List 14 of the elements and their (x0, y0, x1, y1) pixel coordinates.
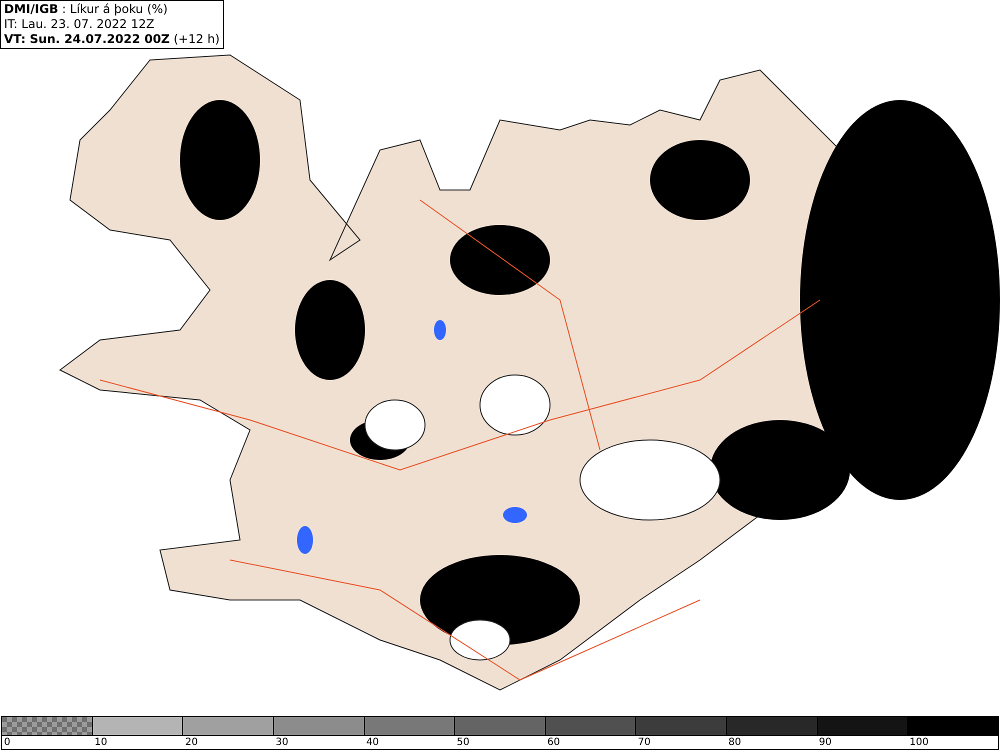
header-line: IT: Lau. 23. 07. 2022 12Z (4, 17, 156, 32)
legend-tick-label: 50 (456, 737, 470, 748)
legend-tick-label: 0 (4, 737, 10, 748)
legend-tick-label: 80 (728, 737, 742, 748)
header-line: VT: Sun. 24.07.2022 00Z (+12 h) (4, 32, 220, 47)
legend-tick-label: 100 (909, 737, 929, 748)
legend-tick-label: 60 (547, 737, 560, 748)
legend-tick-label: 30 (276, 737, 288, 748)
legend-tick-label: 70 (638, 737, 651, 748)
legend-tick-label: 40 (366, 737, 379, 748)
legend-tick-label: 10 (94, 737, 108, 748)
legend-tick-label: 90 (818, 737, 832, 748)
legend-tick-label: 20 (185, 737, 198, 748)
header-line: DMI/IGB : Líkur á þoku (%) (4, 2, 169, 17)
